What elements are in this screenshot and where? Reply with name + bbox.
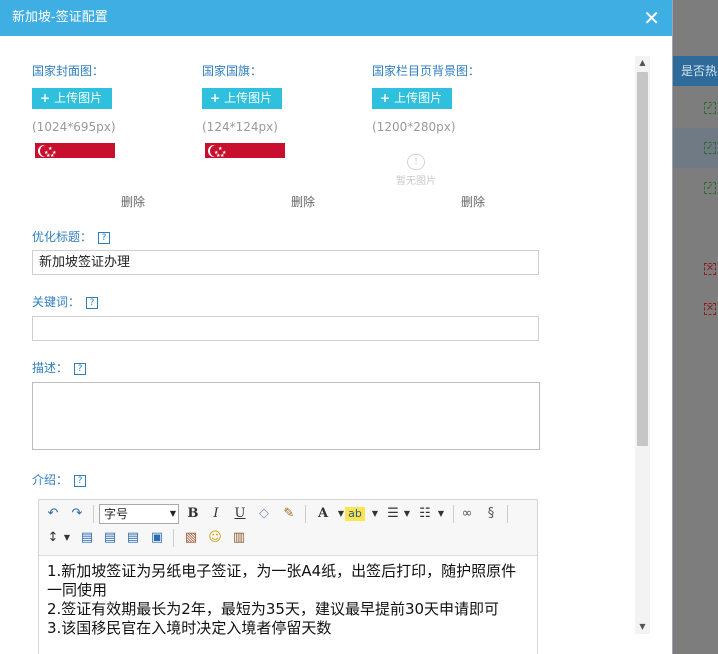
- highlight-icon[interactable]: ab: [345, 507, 365, 521]
- svg-text:★: ★: [220, 153, 225, 158]
- underline-icon[interactable]: U: [230, 504, 250, 524]
- link-icon[interactable]: ∞: [457, 504, 477, 524]
- chevron-down-icon: ▼: [169, 509, 176, 518]
- seo-title-label: 优化标题：?: [32, 228, 111, 245]
- no-image-icon: !: [407, 154, 425, 170]
- intro-label: 介绍：?: [32, 471, 87, 488]
- upload-button-label: 上传图片: [54, 91, 103, 105]
- rich-text-editor: ↶ ↷ 字号 ▼ B I U ◇ ✎ A ▼ ab ▼ ☰ ▼ ☷ ▼ ∞ § …: [38, 499, 538, 654]
- upload-image-button[interactable]: + 上传图片: [372, 88, 452, 109]
- checkbox-checked: ✓: [704, 182, 716, 194]
- upload-label: 国家封面图：: [32, 64, 105, 78]
- upload-flag-image: 国家国旗： + 上传图片 (124*124px): [202, 62, 362, 134]
- toolbar-divider: [93, 505, 94, 523]
- checkbox-checked: ✓: [704, 102, 716, 114]
- help-icon[interactable]: ?: [74, 362, 87, 375]
- upload-image-button[interactable]: + 上传图片: [202, 88, 282, 109]
- singapore-flag-image: ★ ★ ★ ★ ★: [205, 143, 285, 173]
- checkbox-crossed: ✕: [704, 263, 716, 275]
- italic-icon[interactable]: I: [206, 504, 226, 524]
- delete-link[interactable]: 删除: [121, 193, 145, 210]
- undo-icon[interactable]: ↶: [43, 504, 63, 524]
- bold-icon[interactable]: B: [183, 504, 203, 524]
- description-label: 描述：?: [32, 359, 87, 376]
- upload-banner-image: 国家栏目页背景图： + 上传图片 (1200*280px): [372, 62, 532, 134]
- toolbar-divider: [305, 505, 306, 523]
- font-size-value: 字号: [104, 507, 129, 521]
- close-icon[interactable]: ✕: [643, 0, 660, 36]
- align-center-icon[interactable]: ▤: [100, 528, 120, 548]
- align-justify-icon[interactable]: ▣: [147, 528, 167, 548]
- description-textarea[interactable]: [32, 382, 540, 450]
- dialog-content: 国家封面图： + 上传图片 (1024*695px) ★ ★ ★ ★ ★ 删除 国…: [0, 36, 634, 654]
- redo-icon[interactable]: ↷: [67, 504, 87, 524]
- format-brush-icon[interactable]: ✎: [279, 504, 299, 524]
- image-size-hint: (1024*695px): [32, 120, 116, 134]
- delete-link[interactable]: 删除: [291, 193, 315, 210]
- visa-config-dialog: 新加坡-签证配置 ✕ 国家封面图： + 上传图片 (1024*695px) ★ ★…: [0, 0, 673, 654]
- toolbar-divider: [453, 505, 454, 523]
- upload-image-button[interactable]: + 上传图片: [32, 88, 112, 109]
- help-icon[interactable]: ?: [74, 474, 87, 487]
- help-icon[interactable]: ?: [86, 296, 99, 309]
- content-line: 3.该国移民官在入境时决定入境者停留天数: [47, 619, 332, 637]
- image-icon[interactable]: ▧: [181, 528, 201, 548]
- align-left-icon[interactable]: ▤: [77, 528, 97, 548]
- checkbox-crossed: ✕: [704, 303, 716, 315]
- eraser-icon[interactable]: ◇: [254, 504, 274, 524]
- dialog-titlebar: 新加坡-签证配置 ✕: [0, 0, 672, 36]
- svg-text:★: ★: [50, 153, 55, 158]
- scrollbar-thumb[interactable]: [637, 72, 648, 446]
- image-size-hint: (1200*280px): [372, 120, 456, 134]
- no-image-text: 暂无图片: [396, 176, 436, 187]
- toolbar-divider: [173, 529, 174, 547]
- upload-cover-image: 国家封面图： + 上传图片 (1024*695px): [32, 62, 192, 134]
- upload-button-label: 上传图片: [224, 91, 273, 105]
- delete-link[interactable]: 删除: [461, 193, 485, 210]
- plus-icon: +: [210, 91, 221, 105]
- label-text: 介绍：: [32, 473, 69, 487]
- upload-button-label: 上传图片: [394, 91, 443, 105]
- unlink-icon[interactable]: §: [481, 504, 501, 524]
- toolbar-divider: [507, 505, 508, 523]
- font-size-select[interactable]: 字号 ▼: [99, 504, 179, 524]
- align-right-icon[interactable]: ▤: [123, 528, 143, 548]
- emoji-icon[interactable]: ☺: [205, 528, 225, 548]
- paste-icon[interactable]: ▥: [229, 528, 249, 548]
- chevron-down-icon[interactable]: ▼: [57, 528, 77, 548]
- scroll-up-arrow-icon[interactable]: ▲: [635, 56, 650, 70]
- chevron-down-icon[interactable]: ▼: [397, 504, 417, 524]
- upload-label: 国家栏目页背景图：: [372, 64, 481, 78]
- scroll-down-arrow-icon[interactable]: ▼: [635, 620, 650, 634]
- label-text: 描述：: [32, 361, 69, 375]
- dialog-scrollbar[interactable]: ▲ ▼: [635, 56, 650, 634]
- plus-icon: +: [40, 91, 51, 105]
- label-text: 关键词：: [32, 295, 81, 309]
- no-image-placeholder: ! 暂无图片: [386, 154, 446, 194]
- chevron-down-icon[interactable]: ▼: [365, 504, 385, 524]
- editor-toolbar: ↶ ↷ 字号 ▼ B I U ◇ ✎ A ▼ ab ▼ ☰ ▼ ☷ ▼ ∞ § …: [39, 500, 537, 556]
- dialog-title: 新加坡-签证配置: [12, 10, 108, 25]
- content-line: 1.新加坡签证为另纸电子签证，为一张A4纸，出签后打印，随护照原件一同使用: [47, 562, 517, 599]
- keywords-input[interactable]: [32, 316, 539, 341]
- seo-title-input[interactable]: 新加坡签证办理: [32, 250, 539, 275]
- column-header-popular: 是否热门: [673, 56, 718, 86]
- content-line: 2.签证有效期最长为2年，最短为35天，建议最早提前30天申请即可: [47, 600, 500, 618]
- editor-content[interactable]: 1.新加坡签证为另纸电子签证，为一张A4纸，出签后打印，随护照原件一同使用 2.…: [39, 556, 537, 638]
- upload-label: 国家国旗：: [202, 64, 263, 78]
- checkbox-checked: ✓: [704, 142, 716, 154]
- image-size-hint: (124*124px): [202, 120, 278, 134]
- help-icon[interactable]: ?: [98, 231, 111, 244]
- font-color-icon[interactable]: A: [313, 504, 333, 524]
- chevron-down-icon[interactable]: ▼: [431, 504, 451, 524]
- keywords-label: 关键词：?: [32, 293, 99, 310]
- plus-icon: +: [380, 91, 391, 105]
- singapore-flag-image: ★ ★ ★ ★ ★: [35, 143, 115, 173]
- label-text: 优化标题：: [32, 230, 93, 244]
